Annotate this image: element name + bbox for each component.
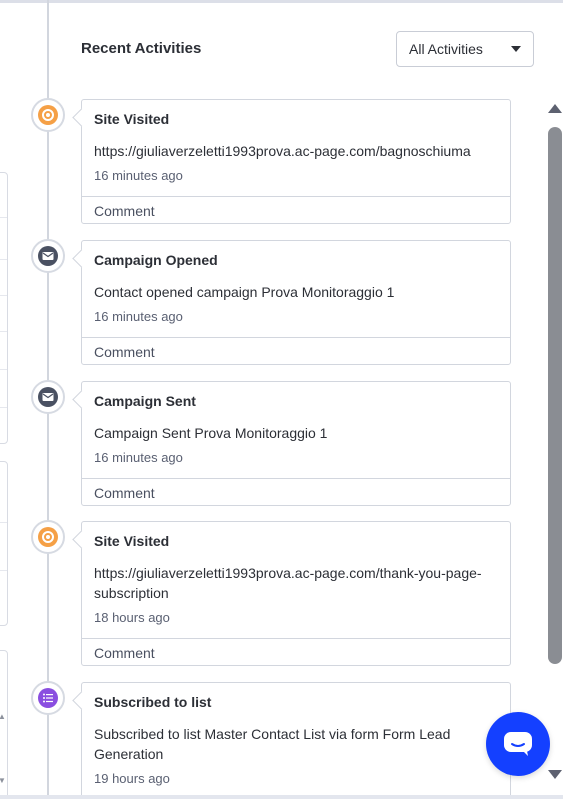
activity-title: Site Visited [94,533,170,549]
activity-card: Site Visited https://giuliaverzeletti199… [81,99,511,224]
activity-card: Campaign Sent Campaign Sent Prova Monito… [81,381,511,506]
activity-title: Campaign Sent [94,393,196,409]
left-card [0,461,8,626]
activity-card: Site Visited https://giuliaverzeletti199… [81,521,511,666]
scroll-up-arrow-icon[interactable] [548,104,562,113]
left-scroll-up-icon[interactable]: ▲ [0,712,6,721]
top-border [0,0,563,3]
activity-time: 16 minutes ago [94,168,183,183]
left-card [0,172,8,444]
comment-button[interactable]: Comment [82,337,510,364]
site-visited-icon [31,520,65,554]
scroll-down-arrow-icon[interactable] [548,770,562,779]
comment-button[interactable]: Comment [82,478,510,505]
page-title: Recent Activities [81,40,202,57]
campaign-envelope-icon [31,380,65,414]
bottom-border [0,795,563,799]
activity-time: 16 minutes ago [94,309,183,324]
activity-card: Campaign Opened Contact opened campaign … [81,240,511,365]
left-scroll-down-icon[interactable]: ▼ [0,776,6,785]
filter-selected-value: All Activities [409,41,483,57]
campaign-envelope-icon [31,239,65,273]
scrollbar[interactable] [545,100,563,790]
comment-button[interactable]: Comment [82,196,510,223]
scrollbar-thumb[interactable] [548,127,562,664]
activity-description: https://giuliaverzeletti1993prova.ac-pag… [94,143,471,159]
activity-description: Subscribed to list Master Contact List v… [94,726,451,762]
activity-time: 16 minutes ago [94,450,183,465]
chat-button[interactable] [486,712,550,776]
chevron-down-icon [511,46,521,52]
activity-card: Subscribed to list Subscribed to list Ma… [81,682,511,799]
chat-bubble-icon [504,732,532,756]
comment-button[interactable]: Comment [82,638,510,665]
site-visited-icon [31,98,65,132]
activity-title: Subscribed to list [94,694,212,710]
activity-title: Campaign Opened [94,252,218,268]
activity-title: Site Visited [94,111,170,127]
activity-description: Contact opened campaign Prova Monitoragg… [94,284,395,300]
activity-description: Campaign Sent Prova Monitoraggio 1 [94,425,328,441]
activity-filter-select[interactable]: All Activities [396,31,534,67]
list-icon [31,681,65,715]
activity-time: 18 hours ago [94,610,170,625]
activity-description: https://giuliaverzeletti1993prova.ac-pag… [94,565,482,601]
